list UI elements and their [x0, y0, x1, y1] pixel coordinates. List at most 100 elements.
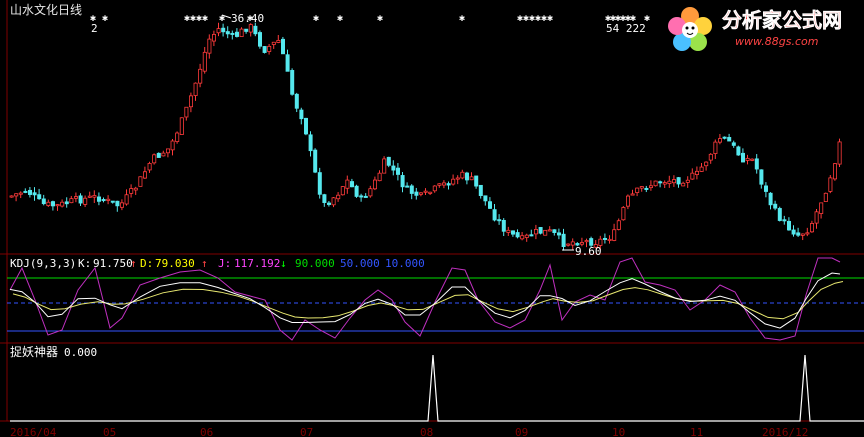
- candle-body: [345, 179, 350, 189]
- candle: [731, 140, 736, 148]
- candle: [552, 229, 557, 236]
- candle-body: [55, 204, 60, 207]
- candle-body: [515, 232, 520, 238]
- candle-body: [400, 175, 405, 188]
- candlestick-series: [9, 22, 842, 251]
- candle: [74, 192, 79, 203]
- candle: [303, 117, 308, 136]
- candle: [727, 133, 732, 142]
- x-tick-label: 2016/04: [10, 426, 57, 437]
- candle: [451, 174, 456, 186]
- candle: [138, 176, 143, 187]
- candle-body: [405, 185, 410, 188]
- candle-body: [37, 194, 42, 200]
- candle-body: [354, 185, 359, 197]
- candle-body: [336, 194, 341, 200]
- candle-body: [510, 230, 515, 235]
- candle-body: [409, 185, 414, 194]
- candle: [188, 92, 193, 113]
- candle: [345, 175, 350, 194]
- candle: [267, 43, 272, 55]
- signal-star: ✱: [202, 13, 208, 24]
- candle: [649, 180, 654, 191]
- candle-body: [534, 228, 539, 235]
- candle: [506, 226, 511, 237]
- candle-body: [234, 31, 239, 37]
- kdj-j-value: 117.192: [234, 257, 280, 270]
- candle: [759, 169, 764, 189]
- candle: [216, 22, 221, 37]
- candle: [524, 233, 529, 242]
- candle-body: [451, 178, 456, 185]
- candle-body: [331, 197, 336, 206]
- candle: [115, 200, 120, 212]
- candle-body: [814, 211, 819, 224]
- candle: [653, 180, 658, 187]
- candle: [515, 229, 520, 239]
- candle: [257, 30, 262, 49]
- candle: [534, 224, 539, 240]
- candle-body: [359, 195, 364, 198]
- candle: [225, 26, 230, 39]
- candle-body: [529, 234, 534, 237]
- candle: [685, 176, 690, 188]
- candle-body: [138, 176, 143, 187]
- kdj-d-arrow: ↑: [201, 257, 208, 270]
- candle: [110, 200, 115, 204]
- candle-body: [51, 201, 56, 207]
- candle: [828, 175, 833, 194]
- price-panel-title: 山水文化日线: [10, 2, 82, 17]
- signal-star: ✱: [377, 13, 383, 24]
- candle: [211, 30, 216, 47]
- kdj-k-value: 91.750: [93, 257, 133, 270]
- kdj-reference-lines: [7, 277, 864, 332]
- signal-markers: ✱ ✱ ✱ ✱ ✱ ✱ ✱ ✱ ✱ ✱ ✱ ✱ ✱ ✱ ✱ ✱ ✱ ✱ ✱✱✱✱✱✱ ✱: [90, 13, 650, 24]
- candle-body: [487, 201, 492, 209]
- candle-body: [92, 195, 97, 198]
- candle-body: [662, 182, 667, 185]
- x-tick-label: 07: [300, 426, 313, 437]
- candle: [14, 193, 19, 202]
- candle-body: [644, 187, 649, 190]
- candle-body: [46, 201, 51, 206]
- candle-body: [428, 191, 433, 194]
- candle-body: [308, 134, 313, 152]
- candle: [55, 204, 60, 211]
- candle: [313, 148, 318, 174]
- high-label: 36.40: [231, 12, 264, 25]
- candle-body: [253, 25, 258, 35]
- candle: [639, 186, 644, 192]
- candle-body: [129, 188, 134, 194]
- candle-body: [584, 240, 589, 243]
- kdj-title: KDJ(9,3,3): [10, 257, 76, 270]
- candle-body: [207, 38, 212, 54]
- candle-body: [718, 138, 723, 143]
- flower-icon: [668, 7, 712, 51]
- candle-body: [474, 175, 479, 187]
- candle-body: [464, 172, 469, 181]
- candle-body: [524, 234, 529, 238]
- candle: [750, 158, 755, 162]
- candle-body: [262, 46, 267, 53]
- candle: [538, 227, 543, 235]
- candle-body: [349, 181, 354, 188]
- candle: [101, 197, 106, 203]
- candle-body: [667, 180, 672, 184]
- candle-body: [699, 166, 704, 172]
- mark-2: 2: [91, 22, 98, 35]
- candle: [810, 220, 815, 233]
- candle: [179, 117, 184, 135]
- candle: [690, 168, 695, 180]
- candle: [529, 229, 534, 237]
- candle: [441, 180, 446, 189]
- candle-body: [819, 202, 824, 214]
- candle-body: [506, 229, 511, 233]
- candle: [129, 184, 134, 198]
- candle-body: [676, 177, 681, 185]
- candle: [207, 34, 212, 59]
- candle: [418, 192, 423, 197]
- candle-body: [106, 198, 111, 201]
- kdj-j-line: [9, 257, 841, 341]
- candle-body: [64, 201, 69, 205]
- candle-body: [478, 184, 483, 196]
